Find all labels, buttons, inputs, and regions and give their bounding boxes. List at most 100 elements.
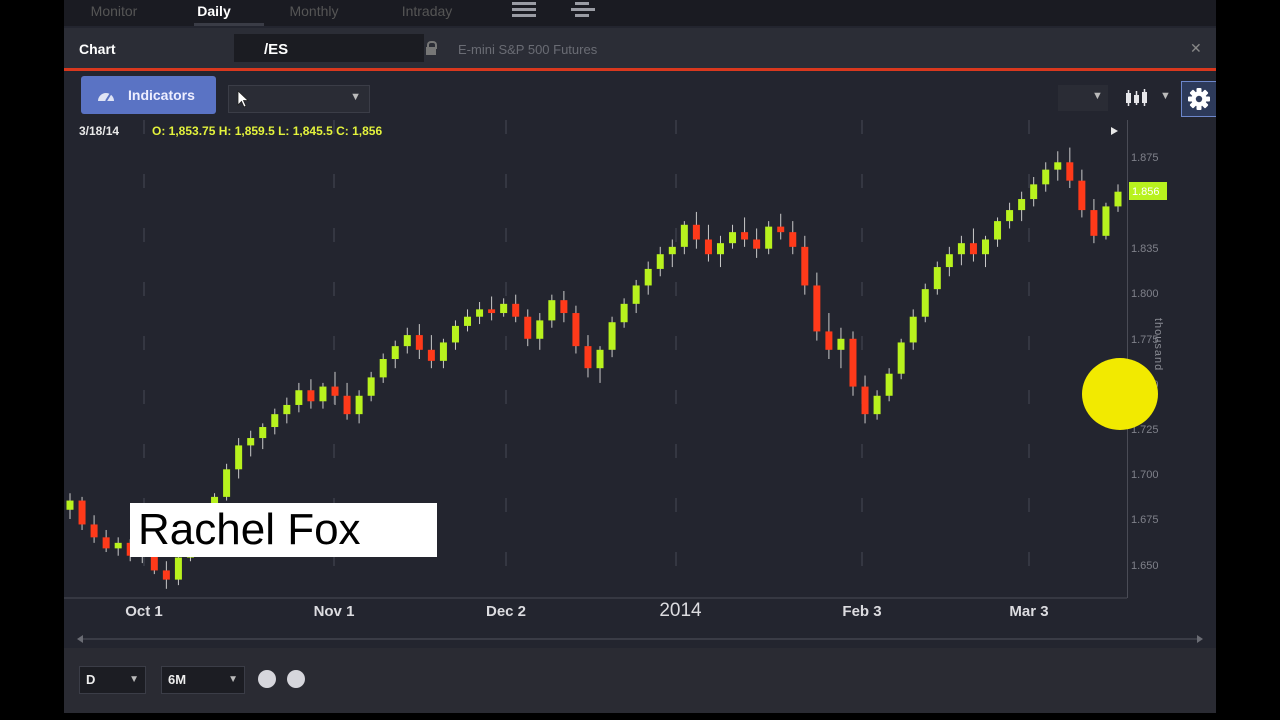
time-axis[interactable]: Oct 1 Nov 1 Dec 2 2014 Feb 3 Mar 3 <box>64 598 1216 628</box>
candle <box>283 397 291 424</box>
candle <box>837 327 845 369</box>
candle <box>379 353 387 383</box>
chart-type-select[interactable]: ▼ <box>1122 85 1174 111</box>
price-tick-label: 1.675 <box>1131 514 1159 526</box>
zoom-in-icon[interactable] <box>258 670 276 688</box>
tab-monthly[interactable]: Monthly <box>274 0 354 26</box>
chevron-down-icon: ▼ <box>1092 90 1103 102</box>
candle <box>801 235 809 295</box>
candle <box>572 305 580 354</box>
scroll-left-icon <box>77 635 83 643</box>
candle <box>680 221 688 255</box>
range-select[interactable]: 6M ▼ <box>161 666 245 694</box>
indicators-label: Indicators <box>128 87 195 103</box>
candle <box>319 382 327 409</box>
candle <box>994 217 1002 247</box>
stack-layout-icon[interactable] <box>571 2 595 20</box>
chevron-down-icon: ▼ <box>129 674 139 685</box>
speedometer-icon <box>98 92 114 102</box>
candle <box>644 261 652 295</box>
candle <box>223 463 231 501</box>
candle <box>174 552 182 586</box>
time-tick-label: Feb 3 <box>842 603 882 620</box>
candle <box>873 390 881 420</box>
time-scroller[interactable] <box>72 634 1208 644</box>
candle <box>78 496 86 530</box>
candle <box>668 239 676 268</box>
candle <box>1066 147 1074 189</box>
lock-icon[interactable] <box>426 41 437 55</box>
candle <box>692 211 700 249</box>
price-tick-label: 1.800 <box>1131 288 1159 300</box>
candle <box>777 213 785 240</box>
candle <box>981 235 989 268</box>
tab-intraday[interactable]: Intraday <box>382 0 472 26</box>
candle <box>656 246 664 277</box>
settings-button[interactable] <box>1181 81 1216 117</box>
candle <box>464 309 472 332</box>
candle <box>897 338 905 380</box>
candle <box>765 221 773 255</box>
period-select[interactable]: D ▼ <box>79 666 146 694</box>
candle <box>271 408 279 435</box>
candle <box>343 382 351 420</box>
candle <box>741 217 749 247</box>
zoom-out-icon[interactable] <box>287 670 305 688</box>
active-tab-indicator <box>194 23 264 26</box>
candle <box>1090 199 1098 244</box>
candle <box>1018 191 1026 222</box>
candle <box>1078 169 1086 218</box>
cursor-mode-select[interactable]: ▼ <box>228 85 370 113</box>
candle <box>584 335 592 378</box>
candle <box>921 283 929 323</box>
symbol-input[interactable]: /ES <box>234 34 424 62</box>
candle <box>1102 202 1110 240</box>
candle <box>1006 202 1014 229</box>
symbol-description: E-mini S&P 500 Futures <box>458 42 598 57</box>
range-value: 6M <box>168 672 187 687</box>
style-select[interactable]: ▼ <box>1058 85 1108 111</box>
candle <box>632 279 640 314</box>
price-tick-label: 1.835 <box>1131 243 1159 255</box>
close-icon[interactable]: ✕ <box>1190 40 1202 57</box>
indicators-button[interactable]: Indicators <box>81 76 216 114</box>
candle <box>753 228 761 258</box>
chart-application: Monitor Daily Monthly Intraday Chart /ES… <box>64 0 1216 713</box>
candle <box>825 313 833 359</box>
candle <box>596 346 604 383</box>
candle <box>391 340 399 369</box>
time-tick-label: 2014 <box>659 600 702 621</box>
last-price-label: 1.856 <box>1132 186 1160 198</box>
candle <box>355 390 363 424</box>
candle <box>114 537 122 556</box>
candle <box>813 272 821 341</box>
candle <box>295 382 303 413</box>
candle <box>451 320 459 350</box>
chevron-down-icon: ▼ <box>1160 90 1171 102</box>
chart-toolbar: Indicators ▼ ▼ ▼ <box>64 71 1216 121</box>
candle <box>933 261 941 295</box>
candle <box>162 561 170 589</box>
candle <box>102 529 110 553</box>
candle <box>427 335 435 369</box>
candle <box>524 309 532 347</box>
candle <box>849 331 857 396</box>
candle <box>716 235 724 268</box>
top-tab-bar: Monitor Daily Monthly Intraday <box>64 0 1216 26</box>
price-tick-label: 1.875 <box>1131 152 1159 164</box>
candle <box>789 221 797 255</box>
candle <box>331 371 339 405</box>
chart-title: Chart <box>79 41 116 57</box>
candle <box>620 298 628 328</box>
candle <box>1054 151 1062 181</box>
candlestick-icon <box>1126 89 1147 106</box>
time-tick-label: Oct 1 <box>125 603 163 620</box>
candle <box>1042 162 1050 192</box>
list-layout-icon[interactable] <box>512 2 536 20</box>
candle <box>307 379 315 409</box>
candle <box>415 324 423 359</box>
tab-monitor[interactable]: Monitor <box>74 0 154 26</box>
presenter-name-caption: Rachel Fox <box>130 503 437 557</box>
candle <box>90 515 98 543</box>
candle <box>476 302 484 325</box>
